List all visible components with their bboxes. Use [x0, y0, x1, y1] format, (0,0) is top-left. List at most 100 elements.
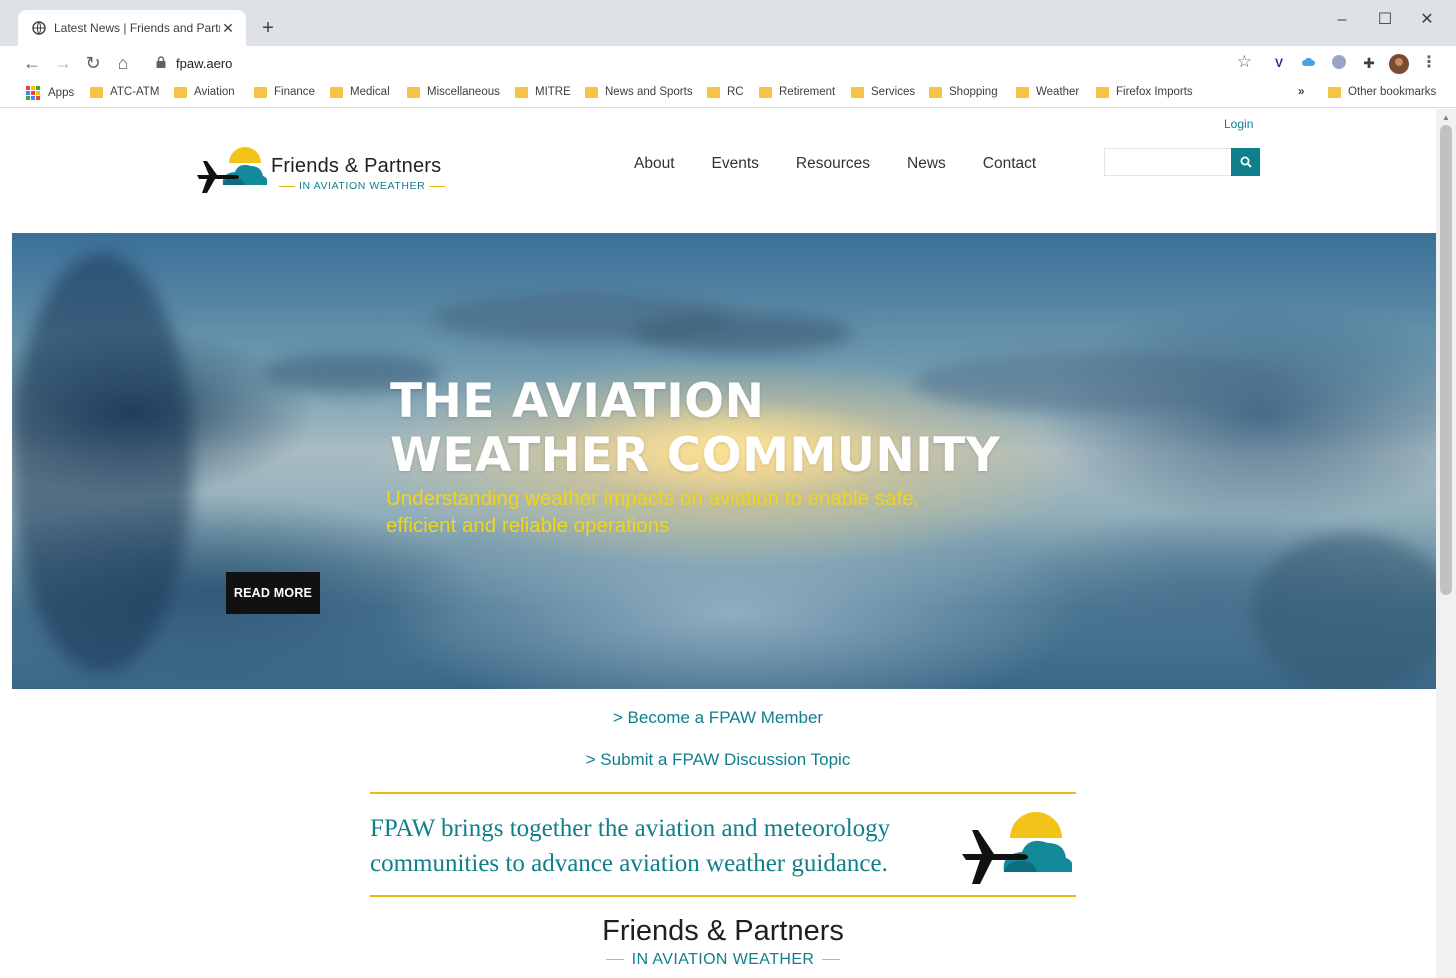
- bookmark-folder[interactable]: Retirement: [759, 86, 835, 98]
- footer-brand-subtitle: IN AVIATION WEATHER: [0, 951, 1436, 969]
- submit-topic-link[interactable]: > Submit a FPAW Discussion Topic: [0, 750, 1436, 770]
- brand-subtitle-text: IN AVIATION WEATHER: [299, 180, 426, 192]
- nav-resources[interactable]: Resources: [796, 155, 870, 173]
- folder-icon: [929, 86, 942, 98]
- bookmark-folder[interactable]: MITRE: [515, 86, 571, 98]
- bookmark-label: Retirement: [779, 86, 836, 98]
- mission-line: FPAW brings together the aviation and me…: [370, 815, 891, 842]
- menu-kebab-icon[interactable]: ⋮: [1420, 54, 1438, 72]
- bookmark-folder[interactable]: News and Sports: [585, 86, 693, 98]
- nav-about[interactable]: About: [634, 155, 675, 173]
- bookmark-label: Weather: [1036, 86, 1080, 98]
- brand-name: Friends & Partners: [271, 155, 442, 177]
- bookmark-folder[interactable]: Aviation: [174, 86, 235, 98]
- become-member-link[interactable]: > Become a FPAW Member: [0, 708, 1436, 728]
- minimize-icon[interactable]: –: [1327, 8, 1357, 32]
- mission-statement: FPAW brings together the aviation and me…: [370, 792, 1076, 897]
- profile-avatar[interactable]: [1389, 54, 1409, 74]
- reload-icon[interactable]: ↻: [81, 51, 105, 75]
- maximize-icon[interactable]: ☐: [1370, 8, 1400, 32]
- extension-v-icon[interactable]: V: [1270, 54, 1288, 72]
- nav-news[interactable]: News: [907, 155, 946, 173]
- bookmark-label: News and Sports: [605, 86, 693, 98]
- extension-cloud-icon[interactable]: [1300, 54, 1318, 72]
- new-tab-icon[interactable]: +: [256, 16, 280, 40]
- folder-icon: [515, 86, 528, 98]
- tab-strip: Latest News | Friends and Partne ✕ + – ☐…: [0, 0, 1456, 46]
- other-bookmarks[interactable]: Other bookmarks: [1328, 86, 1436, 98]
- bookmark-folder[interactable]: Services: [851, 86, 915, 98]
- scroll-up-arrow-icon[interactable]: ▲: [1442, 113, 1450, 122]
- web-page: Login Friends & Partners IN AVIATION WEA…: [0, 109, 1436, 978]
- read-more-button[interactable]: READ MORE: [226, 572, 320, 614]
- bookmarks-overflow-button[interactable]: »: [1298, 86, 1304, 98]
- hero-cloud: [632, 313, 852, 353]
- window-close-icon[interactable]: ✕: [1412, 8, 1442, 32]
- bookmark-label: MITRE: [535, 86, 571, 98]
- bookmark-folder[interactable]: Weather: [1016, 86, 1079, 98]
- footer-brand: Friends & Partners: [602, 915, 844, 947]
- home-icon[interactable]: ⌂: [111, 51, 135, 75]
- hero-banner: THE AVIATION WEATHER COMMUNITY Understan…: [12, 233, 1436, 689]
- bookmark-label: Medical: [350, 86, 390, 98]
- main-nav: About Events Resources News Contact: [634, 155, 1073, 173]
- search-icon: [1240, 156, 1252, 168]
- hero-tagline-line: efficient and reliable operations: [386, 514, 670, 537]
- browser-toolbar: ← → ↻ ⌂ fpaw.aero ☆ V ✚ ⋮: [0, 46, 1456, 80]
- back-icon[interactable]: ←: [20, 51, 44, 75]
- tab-title: Latest News | Friends and Partne: [54, 21, 220, 35]
- nav-contact[interactable]: Contact: [983, 155, 1036, 173]
- bookmark-star-icon[interactable]: ☆: [1237, 52, 1252, 72]
- site-search: [1104, 148, 1260, 176]
- address-bar[interactable]: fpaw.aero ☆: [148, 48, 1258, 78]
- bookmark-label: ATC-ATM: [110, 86, 160, 98]
- folder-icon: [407, 86, 420, 98]
- bookmark-label: Apps: [48, 87, 75, 99]
- bookmark-folder[interactable]: Medical: [330, 86, 390, 98]
- lock-icon: [156, 56, 166, 68]
- bookmark-apps[interactable]: Apps: [26, 86, 74, 100]
- site-logo[interactable]: Friends & Partners IN AVIATION WEATHER: [195, 145, 475, 199]
- browser-tab[interactable]: Latest News | Friends and Partne ✕: [18, 10, 246, 46]
- search-button[interactable]: [1231, 148, 1260, 176]
- footer-brand-subtitle-text: IN AVIATION WEATHER: [631, 951, 815, 968]
- bookmarks-bar: Apps ATC-ATM Aviation Finance Medical Mi…: [0, 80, 1456, 108]
- bookmark-folder[interactable]: Finance: [254, 86, 315, 98]
- folder-icon: [585, 86, 598, 98]
- hero-tagline: Understanding weather impacts on aviatio…: [386, 485, 1086, 539]
- tab-close-icon[interactable]: ✕: [220, 20, 236, 37]
- mission-line: communities to advance aviation weather …: [370, 850, 888, 877]
- hero-tagline-line: Understanding weather impacts on aviatio…: [386, 487, 920, 510]
- folder-icon: [1016, 86, 1029, 98]
- bookmark-folder[interactable]: RC: [707, 86, 744, 98]
- bookmark-folder[interactable]: ATC-ATM: [90, 86, 159, 98]
- extension-me-icon[interactable]: [1330, 54, 1348, 72]
- login-link[interactable]: Login: [1224, 117, 1253, 131]
- folder-icon: [174, 86, 187, 98]
- nav-events[interactable]: Events: [712, 155, 759, 173]
- folder-icon: [759, 86, 772, 98]
- bookmark-folder[interactable]: Shopping: [929, 86, 998, 98]
- page-scrollbar[interactable]: ▲: [1436, 109, 1456, 978]
- scrollbar-thumb[interactable]: [1440, 125, 1452, 595]
- folder-icon: [851, 86, 864, 98]
- other-bookmarks-label: Other bookmarks: [1348, 86, 1437, 98]
- bookmark-label: RC: [727, 86, 744, 98]
- search-input[interactable]: [1105, 149, 1231, 175]
- bookmark-folder[interactable]: Firefox Imports: [1096, 86, 1193, 98]
- bookmark-label: Finance: [274, 86, 315, 98]
- hero-cloud: [12, 253, 192, 673]
- bookmark-label: Services: [871, 86, 916, 98]
- bookmark-label: Shopping: [949, 86, 998, 98]
- divider: [605, 959, 624, 961]
- extensions-puzzle-icon[interactable]: ✚: [1360, 54, 1378, 72]
- bookmark-folder[interactable]: Miscellaneous: [407, 86, 500, 98]
- hero-title: THE AVIATION WEATHER COMMUNITY: [390, 375, 1000, 483]
- hero-title-line: WEATHER COMMUNITY: [390, 428, 1001, 483]
- folder-icon: [707, 86, 720, 98]
- apps-grid-icon: [26, 86, 40, 100]
- forward-icon[interactable]: →: [51, 51, 75, 75]
- divider: [279, 185, 295, 187]
- plane-cloud-logo-icon: [962, 812, 1072, 884]
- hero-cloud: [1252, 533, 1436, 689]
